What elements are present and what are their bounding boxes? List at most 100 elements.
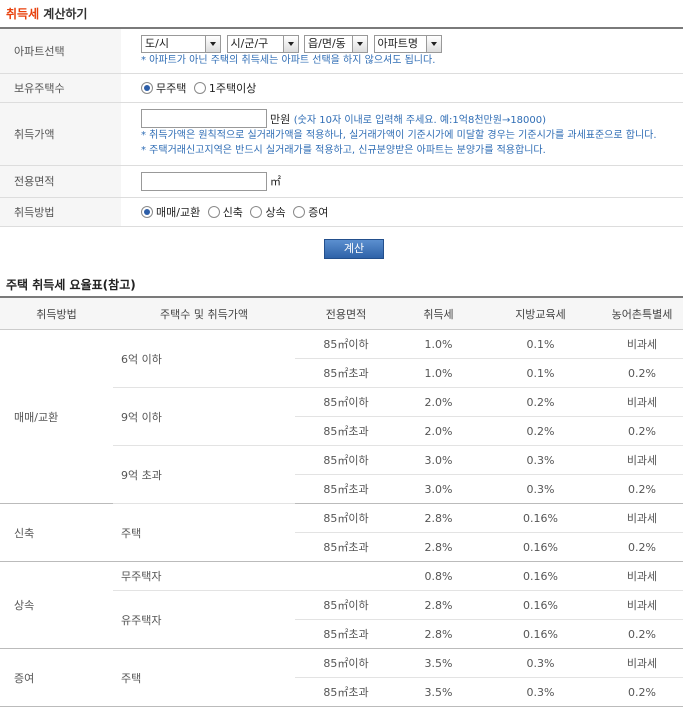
rural-tax-cell: 비과세 [601,387,683,417]
rural-tax-cell: 0.2% [601,532,683,562]
area-input[interactable] [141,171,267,191]
edu-tax-cell: 0.1% [480,329,601,359]
title-rest: 계산하기 [39,7,88,21]
rural-tax-cell: 0.2% [601,619,683,649]
acq-tax-cell: 1.0% [397,329,480,359]
edu-tax-cell: 0.2% [480,387,601,417]
town-select-value: 읍/면/동 [308,37,346,51]
area-cell: 85㎡이하 [295,503,397,533]
rural-tax-cell: 0.2% [601,416,683,446]
method-radio-trade[interactable] [141,205,153,218]
area-cell: 85㎡초과 [295,619,397,649]
method-cell: 매매/교환 [0,329,113,504]
method-radio-inherit[interactable] [250,205,263,218]
acq-tax-cell: 3.0% [397,474,480,504]
method-label: 취득방법 [0,197,121,227]
area-cell: 85㎡이하 [295,648,397,678]
price-note-1: * 취득가액은 원칙적으로 실거래가액을 적용하나, 실거래가액이 기준시가에 … [141,130,657,141]
edu-tax-cell: 0.16% [480,532,601,562]
owned-option-one-plus: 1주택이상 [208,81,257,95]
acq-tax-cell: 2.0% [397,416,480,446]
apartment-select[interactable]: 아파트명 [373,35,442,54]
edu-tax-cell: 0.16% [480,590,601,620]
header-edu-tax: 지방교육세 [480,297,601,330]
area-cell: 85㎡이하 [295,590,397,620]
city-select-value: 시/군/구 [230,37,269,51]
area-cell [295,561,397,591]
chevron-down-icon [425,36,441,53]
acq-tax-cell: 1.0% [397,358,480,388]
edu-tax-cell: 0.16% [480,619,601,649]
method-radio-new-build[interactable] [207,205,220,218]
edu-tax-cell: 0.16% [480,561,601,591]
province-select[interactable]: 도/시 [141,35,221,54]
acq-tax-cell: 2.8% [397,503,480,533]
city-select[interactable]: 시/군/구 [226,35,299,54]
price-note-2: * 주택거래신고지역은 반드시 실거래가를 적용하고, 신규분양받은 아파트는 … [141,145,546,156]
title-accent: 취득세 [6,7,40,21]
area-unit: ㎡ [270,175,281,188]
header-area: 전용면적 [295,297,397,330]
rate-table-title: 주택 취득세 요율표(참고) [6,278,136,292]
area-cell: 85㎡초과 [295,416,397,446]
chevron-down-icon [282,36,298,53]
method-cell: 증여 [0,648,113,707]
apartment-select-value: 아파트명 [377,37,418,51]
rural-tax-cell: 비과세 [601,445,683,475]
owned-radio-one-plus[interactable] [193,81,206,94]
acq-tax-cell: 2.8% [397,590,480,620]
acq-tax-cell: 3.0% [397,445,480,475]
edu-tax-cell: 0.3% [480,474,601,504]
edu-tax-cell: 0.3% [480,677,601,707]
price-unit: 만원 [270,112,291,126]
acq-tax-cell: 0.8% [397,561,480,591]
table-row: 신축 주택 85㎡이하 2.8% 0.16% 비과세 [0,503,683,562]
edu-tax-cell: 0.16% [480,503,601,533]
price-input[interactable] [141,109,267,128]
table-row: 상속 무주택자 0.8% 0.16% 비과세 [0,561,683,649]
owned-radio-none[interactable] [141,81,153,94]
edu-tax-cell: 0.3% [480,445,601,475]
header-method: 취득방법 [0,297,113,330]
rural-tax-cell: 비과세 [601,561,683,591]
acq-tax-cell: 2.8% [397,619,480,649]
sub-cell: 6억 이하 [113,329,295,388]
calculate-button[interactable]: 계산 [324,239,384,259]
acq-tax-cell: 2.8% [397,532,480,562]
rural-tax-cell: 0.2% [601,358,683,388]
area-cell: 85㎡이하 [295,445,397,475]
owned-option-none: 무주택 [156,81,187,95]
edu-tax-cell: 0.1% [480,358,601,388]
province-select-value: 도/시 [145,37,169,51]
method-cell: 신축 [0,503,113,562]
sub-cell: 9억 초과 [113,445,295,504]
table-row: 매매/교환 6억 이하 85㎡이하 1.0% 0.1% 비과세 [0,329,683,504]
sub-cell: 9억 이하 [113,387,295,446]
rural-tax-cell: 비과세 [601,503,683,533]
chevron-down-icon [352,36,367,53]
header-count-price: 주택수 및 취득가액 [113,297,295,330]
method-option-trade: 매매/교환 [156,205,201,219]
acq-tax-cell: 2.0% [397,387,480,417]
sub-cell: 무주택자 [113,561,295,591]
apartment-label: 아파트선택 [0,28,121,74]
sub-cell: 주택 [113,648,295,707]
area-cell: 85㎡이하 [295,329,397,359]
method-radio-gift[interactable] [293,205,306,218]
header-acq-tax: 취득세 [397,297,480,330]
rural-tax-cell: 0.2% [601,677,683,707]
area-cell: 85㎡이하 [295,387,397,417]
area-cell: 85㎡초과 [295,358,397,388]
rural-tax-cell: 비과세 [601,329,683,359]
rural-tax-cell: 비과세 [601,590,683,620]
area-cell: 85㎡초과 [295,532,397,562]
area-cell: 85㎡초과 [295,677,397,707]
edu-tax-cell: 0.2% [480,416,601,446]
town-select[interactable]: 읍/면/동 [304,35,368,54]
edu-tax-cell: 0.3% [480,648,601,678]
method-option-inherit: 상속 [265,205,286,219]
acq-tax-cell: 3.5% [397,648,480,678]
chevron-down-icon [205,36,220,53]
sub-cell: 유주택자 [113,590,295,649]
table-row: 증여 주택 85㎡이하 3.5% 0.3% 비과세 [0,648,683,707]
